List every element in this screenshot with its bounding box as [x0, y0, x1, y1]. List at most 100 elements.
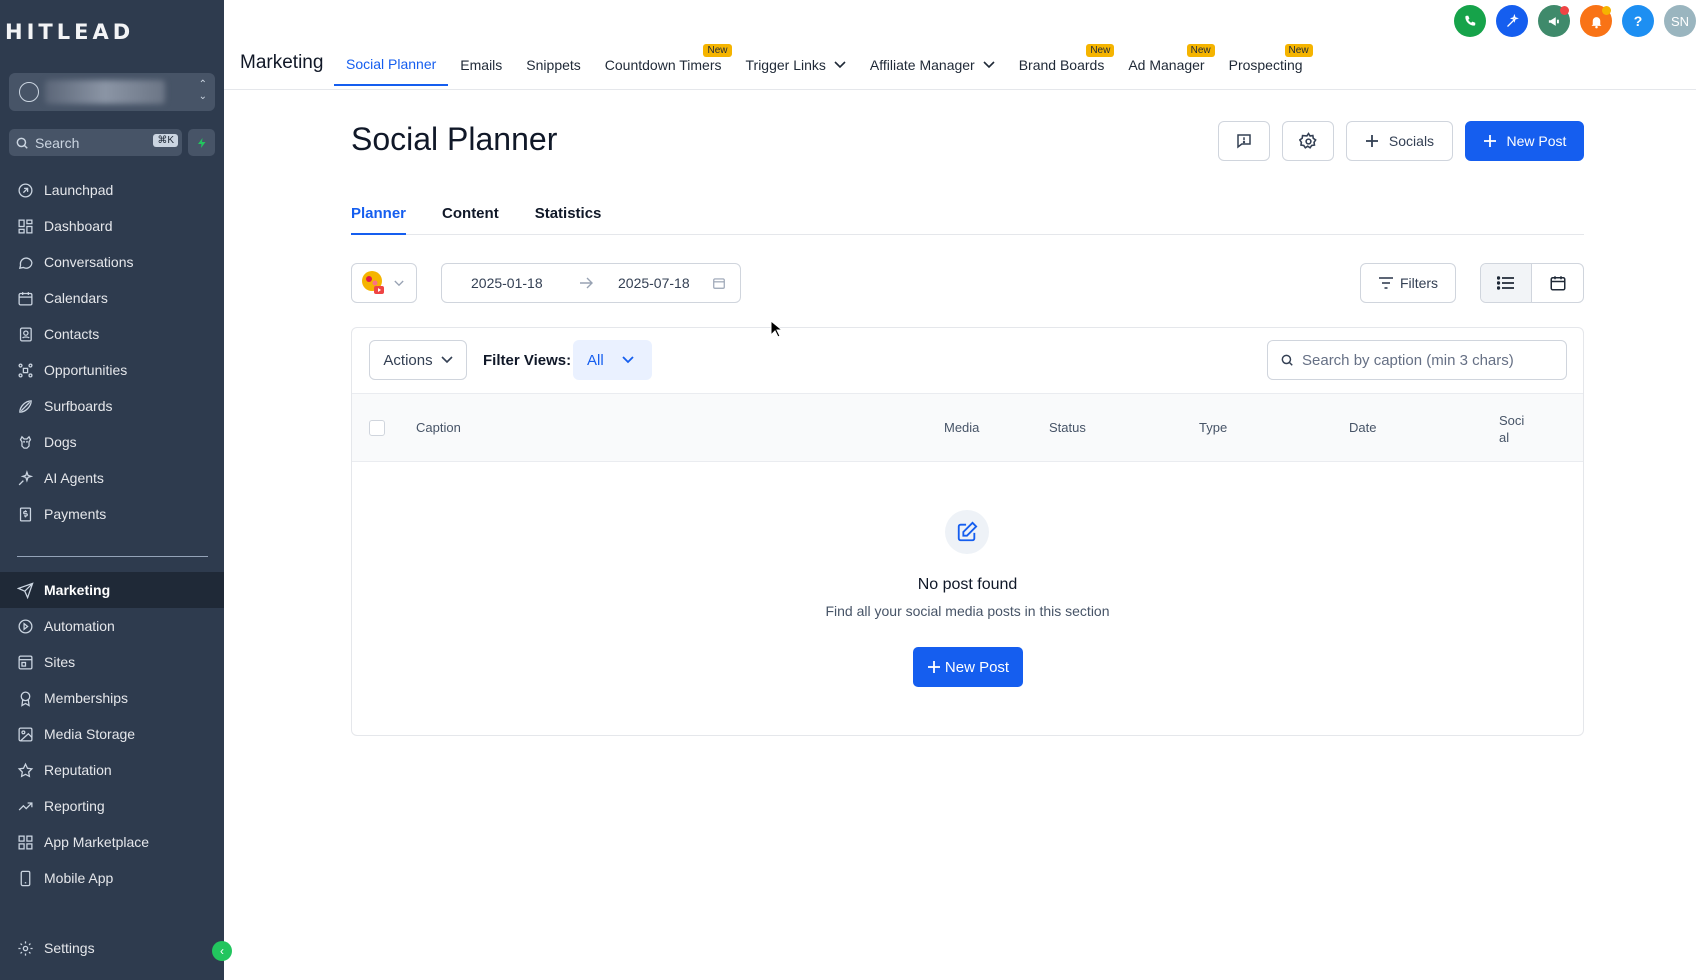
date-range-picker[interactable]: 2025-01-18 2025-07-18	[441, 263, 741, 303]
tab-countdown-timers[interactable]: Countdown Timers New	[593, 44, 734, 86]
help-button[interactable]: ?	[1622, 5, 1654, 37]
notification-dot	[1602, 6, 1611, 15]
avatar-initials: SN	[1670, 13, 1690, 29]
column-date[interactable]: Date	[1349, 420, 1376, 435]
calendar-view-button[interactable]	[1532, 264, 1583, 302]
location-switcher[interactable]: ⌃ ⌄	[9, 73, 215, 111]
section-title: Marketing	[240, 52, 324, 73]
announcements-button[interactable]	[1538, 5, 1570, 37]
account-selector[interactable]	[351, 263, 417, 303]
column-media[interactable]: Media	[944, 420, 979, 435]
sidebar-item-label: Reporting	[44, 798, 105, 814]
tab-prospecting[interactable]: Prospecting New	[1217, 44, 1315, 86]
actions-dropdown[interactable]: Actions	[369, 340, 467, 380]
sidebar-item-marketing[interactable]: Marketing	[0, 572, 224, 608]
sidebar-item-memberships[interactable]: Memberships	[0, 680, 224, 716]
sidebar-item-media-storage[interactable]: Media Storage	[0, 716, 224, 752]
new-badge: New	[703, 44, 732, 57]
tab-ad-manager[interactable]: Ad Manager New	[1116, 44, 1216, 86]
sidebar-item-label: Contacts	[44, 326, 100, 342]
notifications-button[interactable]	[1580, 5, 1612, 37]
filters-label: Filters	[1399, 275, 1439, 291]
chevron-down-icon	[983, 61, 995, 69]
sidebar-item-payments[interactable]: Payments	[0, 496, 224, 532]
page-title: Social Planner	[351, 121, 558, 157]
sidebar-item-label: Surfboards	[44, 398, 113, 414]
tab-brand-boards[interactable]: Brand Boards New	[1007, 44, 1117, 86]
settings-button[interactable]	[1282, 121, 1334, 161]
help-icon: ?	[1633, 13, 1643, 29]
sidebar-item-calendars[interactable]: Calendars	[0, 280, 224, 316]
calendar-icon	[18, 291, 33, 306]
apps-icon	[18, 834, 33, 850]
tab-planner[interactable]: Planner	[351, 202, 407, 235]
edit-icon	[957, 521, 978, 542]
column-caption[interactable]: Caption	[416, 420, 461, 435]
filter-views-value: All	[587, 351, 604, 369]
filters-button[interactable]: Filters	[1360, 263, 1456, 303]
tab-label: Brand Boards	[1018, 57, 1105, 73]
tab-affiliate-manager[interactable]: Affiliate Manager	[858, 46, 1007, 86]
filter-views-label: Filter Views:	[483, 352, 572, 369]
sidebar-item-label: Mobile App	[44, 870, 114, 886]
phone-button[interactable]	[1454, 5, 1486, 37]
user-avatar[interactable]: SN	[1664, 5, 1696, 37]
empty-state-new-post-button[interactable]: New Post	[913, 647, 1023, 687]
chevron-down-icon	[394, 280, 404, 286]
tab-label: Social Planner	[346, 56, 437, 72]
sidebar-item-label: AI Agents	[44, 470, 104, 486]
column-type[interactable]: Type	[1199, 420, 1227, 435]
tab-social-planner[interactable]: Social Planner	[334, 46, 449, 86]
quick-action-button[interactable]	[188, 129, 215, 156]
receipt-icon	[19, 506, 32, 522]
column-status[interactable]: Status	[1049, 420, 1086, 435]
caption-search-input[interactable]: Search by caption (min 3 chars)	[1267, 340, 1567, 380]
sidebar-item-sites[interactable]: Sites	[0, 644, 224, 680]
sidebar-item-automation[interactable]: Automation	[0, 608, 224, 644]
sidebar-item-label: Opportunities	[44, 362, 128, 378]
sidebar-item-opportunities[interactable]: Opportunities	[0, 352, 224, 388]
contact-icon	[19, 326, 32, 342]
tab-emails[interactable]: Emails	[448, 46, 514, 86]
sidebar-item-dashboard[interactable]: Dashboard	[0, 208, 224, 244]
planner-subtabs: Planner Content Statistics	[351, 202, 1584, 235]
feedback-button[interactable]	[1218, 121, 1270, 161]
tab-snippets[interactable]: Snippets	[514, 46, 592, 86]
tab-trigger-links[interactable]: Trigger Links	[734, 46, 858, 86]
sidebar-item-contacts[interactable]: Contacts	[0, 316, 224, 352]
date-to: 2025-07-18	[618, 275, 690, 291]
new-post-button[interactable]: New Post	[1465, 121, 1584, 161]
filter-icon	[1378, 277, 1393, 289]
column-social[interactable]: Social	[1499, 412, 1527, 446]
sidebar-item-dogs[interactable]: Dogs	[0, 424, 224, 460]
add-socials-button[interactable]: Socials	[1346, 121, 1453, 161]
phone-icon	[1465, 15, 1476, 26]
calendar-icon	[1550, 276, 1565, 291]
posts-table-card: Actions Filter Views: All Search by capt…	[351, 327, 1584, 736]
ai-assistant-button[interactable]	[1496, 5, 1528, 37]
sidebar-item-app-marketplace[interactable]: App Marketplace	[0, 824, 224, 860]
sidebar-item-ai-agents[interactable]: AI Agents	[0, 460, 224, 496]
sidebar-item-surfboards[interactable]: Surfboards	[0, 388, 224, 424]
filter-views-select[interactable]: All	[573, 340, 652, 380]
sidebar-item-label: Conversations	[44, 254, 134, 270]
sidebar-item-reporting[interactable]: Reporting	[0, 788, 224, 824]
location-name-redacted	[45, 80, 165, 104]
tab-label: Ad Manager	[1128, 57, 1205, 73]
search-icon	[1281, 354, 1293, 366]
sidebar-item-mobile-app[interactable]: Mobile App	[0, 860, 224, 896]
sidebar-search[interactable]: Search ⌘K	[9, 129, 182, 156]
list-view-button[interactable]	[1481, 264, 1533, 302]
sidebar-item-launchpad[interactable]: Launchpad	[0, 172, 224, 208]
collapse-sidebar-button[interactable]: ‹	[212, 941, 232, 961]
select-all-checkbox[interactable]	[369, 420, 385, 436]
tab-content[interactable]: Content	[442, 202, 499, 234]
sidebar-item-label: Memberships	[44, 690, 129, 706]
send-icon	[17, 581, 34, 599]
sidebar-item-reputation[interactable]: Reputation	[0, 752, 224, 788]
megaphone-icon	[1548, 16, 1559, 26]
sidebar-item-settings[interactable]: Settings	[0, 930, 224, 966]
tab-statistics[interactable]: Statistics	[535, 202, 602, 234]
sidebar-item-conversations[interactable]: Conversations	[0, 244, 224, 280]
app-logo: HITLEAD	[5, 20, 135, 44]
